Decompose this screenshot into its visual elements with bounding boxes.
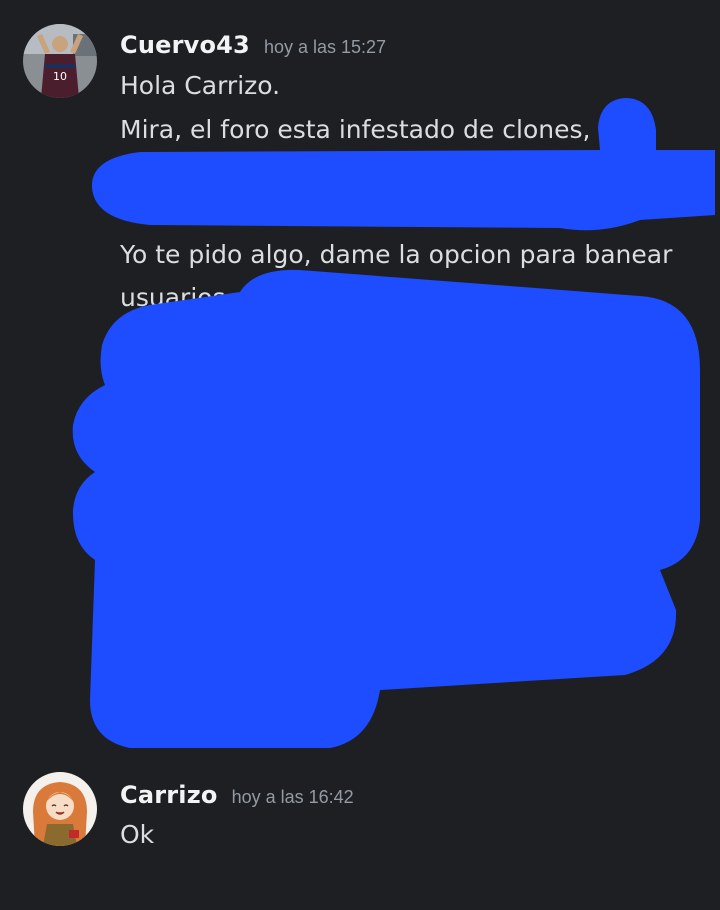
avatar-carrizo[interactable] [23,772,97,846]
username[interactable]: Cuervo43 [120,31,250,59]
username[interactable]: Carrizo [120,781,218,809]
timestamp: hoy a las 15:27 [263,37,387,57]
message-header: Carrizo hoy a las 16:42 [120,781,354,809]
message-line: usuarios [120,283,226,312]
message-header: Cuervo43 hoy a las 15:27 [120,31,386,59]
timestamp: hoy a las 16:42 [231,787,354,807]
message-line: Mira, el foro esta infestado de clones, [120,115,591,144]
message-cuervo43: 10 Cuervo43 hoy a las 15:27 Hola Carrizo.… [0,0,720,760]
user-avatar-icon [23,772,97,846]
message-carrizo: Carrizo hoy a las 16:42 Ok [0,760,720,910]
message-line: Hola Carrizo. [120,71,281,100]
message-line: Ok [120,820,155,849]
avatar-cuervo43[interactable]: 10 [23,24,97,98]
message-line: Yo te pido algo, dame la opcion para ban… [120,240,673,269]
svg-text:10: 10 [53,70,67,83]
user-avatar-icon: 10 [23,24,97,98]
